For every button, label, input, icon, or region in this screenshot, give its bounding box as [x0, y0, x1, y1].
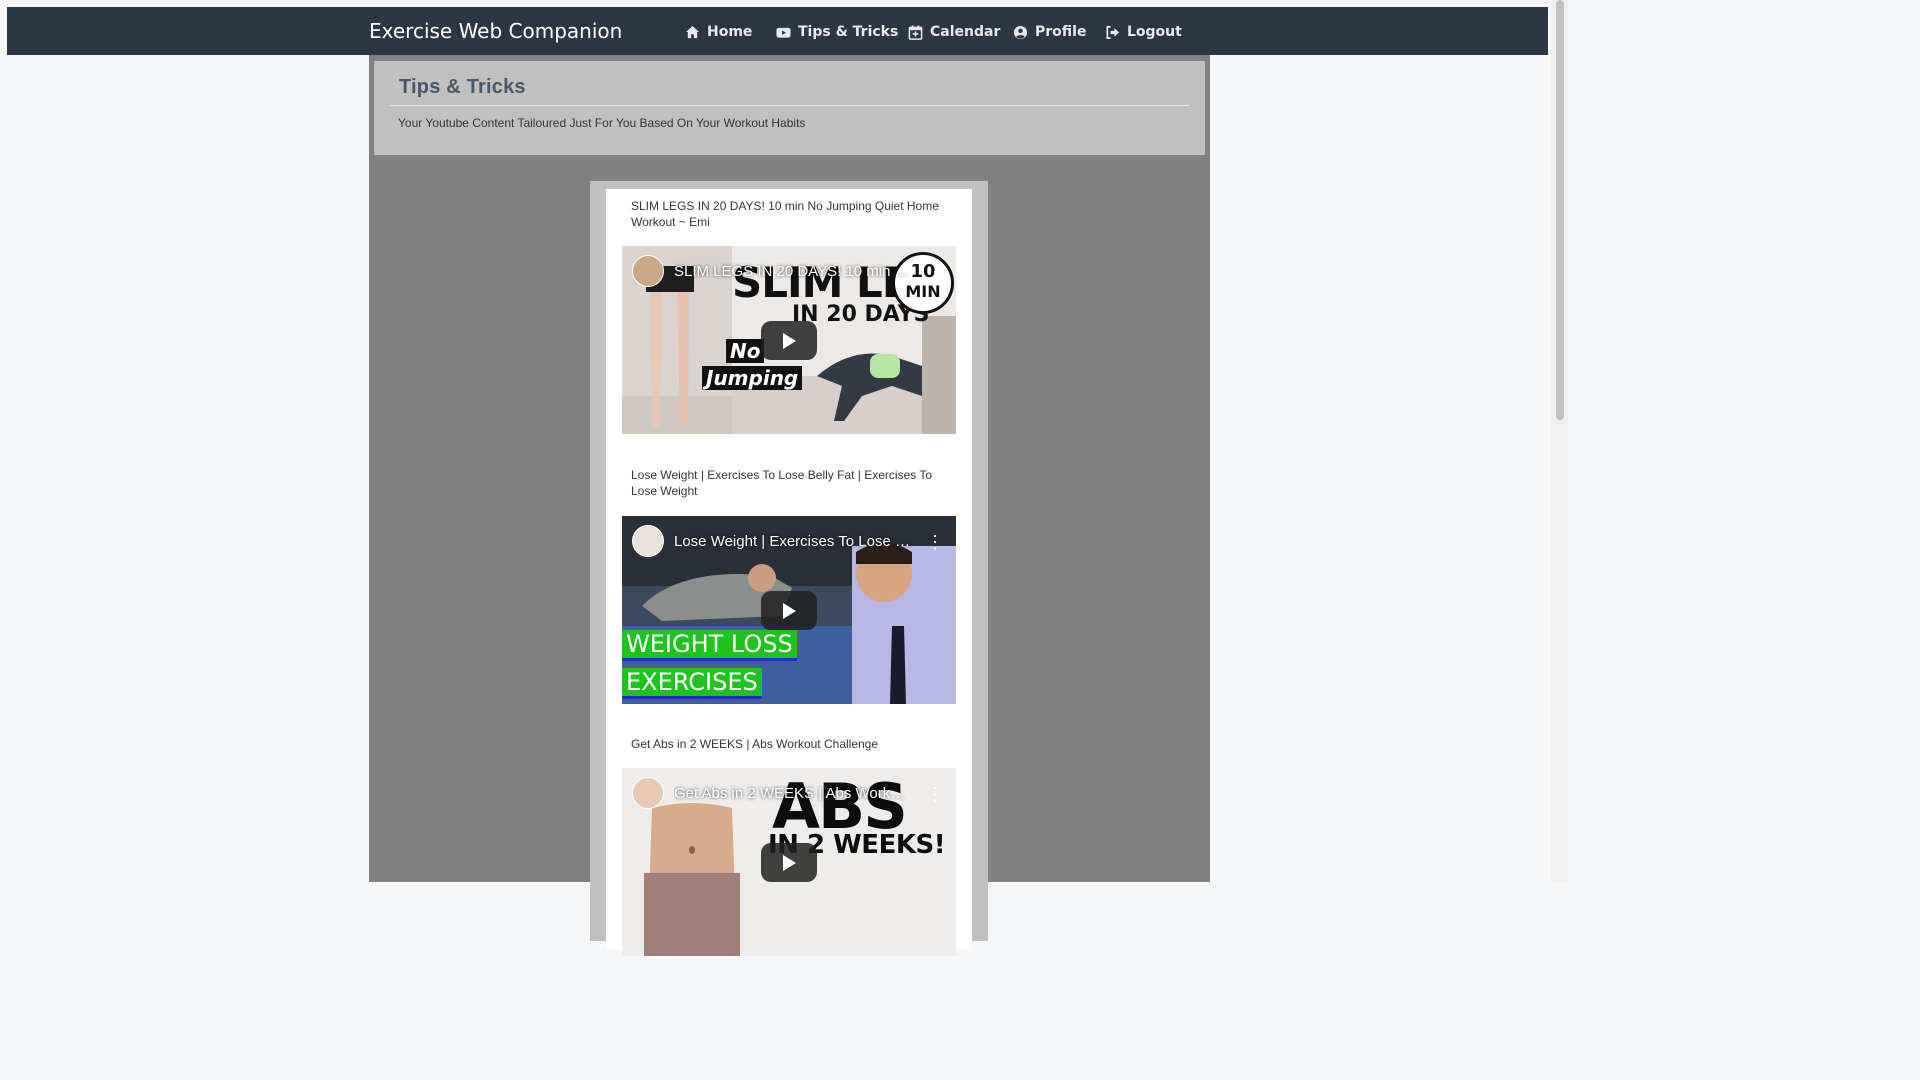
nav-tips-tricks-label: Tips & Tricks: [798, 24, 899, 40]
play-button[interactable]: [761, 591, 817, 630]
video-title[interactable]: Lose Weight | Exercises To Lose Belly Fa…: [631, 467, 951, 499]
home-icon: [685, 25, 700, 40]
youtube-embed[interactable]: ABS IN 2 WEEKS! Get Abs in 2 WEEKS | Abs…: [622, 768, 956, 956]
scrollbar-thumb[interactable]: [1556, 0, 1564, 420]
top-navbar: Exercise Web Companion Home Tips & Trick…: [7, 7, 1548, 55]
main-container: Tips & Tricks Your Youtube Content Tailo…: [369, 55, 1210, 956]
play-icon: [783, 602, 796, 619]
nav-profile[interactable]: Profile: [1013, 23, 1086, 41]
channel-avatar[interactable]: [632, 525, 664, 557]
thumb-text: Jumping: [702, 366, 803, 390]
player-header: Lose Weight | Exercises To Lose B... ⋮: [632, 525, 946, 557]
thumb-text: No: [726, 339, 765, 363]
nav-home[interactable]: Home: [685, 23, 752, 41]
nav-logout[interactable]: Logout: [1105, 23, 1182, 41]
nav-calendar[interactable]: Calendar: [908, 23, 1000, 41]
more-options-icon[interactable]: ⋮: [926, 263, 944, 281]
youtube-embed[interactable]: SLIM LEG IN 20 DAYS No Jumping 10 MIN SL…: [622, 246, 956, 434]
title-divider: [390, 105, 1189, 106]
nav-tips-tricks[interactable]: Tips & Tricks: [776, 23, 898, 41]
player-title[interactable]: SLIM LEGS IN 20 DAYS! 10 min N...: [674, 263, 912, 280]
sign-out-icon: [1105, 25, 1120, 40]
video-title[interactable]: SLIM LEGS IN 20 DAYS! 10 min No Jumping …: [631, 198, 951, 230]
video-list: SLIM LEGS IN 20 DAYS! 10 min No Jumping …: [606, 189, 972, 956]
channel-avatar[interactable]: [632, 777, 664, 809]
player-title[interactable]: Get Abs in 2 WEEKS | Abs Workou...: [674, 785, 912, 802]
nav-calendar-label: Calendar: [930, 24, 1001, 40]
more-options-icon[interactable]: ⋮: [926, 533, 944, 551]
play-button[interactable]: [761, 321, 817, 360]
video-frame: SLIM LEGS IN 20 DAYS! 10 min No Jumping …: [590, 181, 988, 956]
page-title: Tips & Tricks: [399, 76, 526, 98]
play-icon: [783, 854, 796, 871]
video-title[interactable]: Get Abs in 2 WEEKS | Abs Workout Challen…: [631, 736, 951, 752]
page-scrollbar[interactable]: [1551, 0, 1568, 882]
play-icon: [783, 332, 796, 349]
play-button[interactable]: [761, 843, 817, 882]
channel-avatar[interactable]: [632, 255, 664, 287]
youtube-icon: [776, 25, 791, 40]
player-header: SLIM LEGS IN 20 DAYS! 10 min N... ⋮: [632, 255, 946, 287]
nav-logout-label: Logout: [1127, 24, 1182, 40]
thumb-text: EXERCISES: [622, 668, 762, 699]
brand-title[interactable]: Exercise Web Companion: [369, 19, 622, 43]
youtube-embed[interactable]: WEIGHT LOSS EXERCISES Lose Weight | Exer…: [622, 516, 956, 704]
player-header: Get Abs in 2 WEEKS | Abs Workou... ⋮: [632, 777, 946, 809]
calendar-icon: [908, 24, 923, 40]
more-options-icon[interactable]: ⋮: [926, 785, 944, 803]
page-header-panel: Tips & Tricks Your Youtube Content Tailo…: [374, 61, 1205, 155]
user-circle-icon: [1013, 25, 1028, 40]
nav-profile-label: Profile: [1035, 24, 1087, 40]
nav-home-label: Home: [707, 24, 753, 40]
thumb-text: WEIGHT LOSS: [622, 630, 797, 661]
player-title[interactable]: Lose Weight | Exercises To Lose B...: [674, 533, 912, 550]
page-subtitle: Your Youtube Content Tailoured Just For …: [398, 116, 806, 130]
